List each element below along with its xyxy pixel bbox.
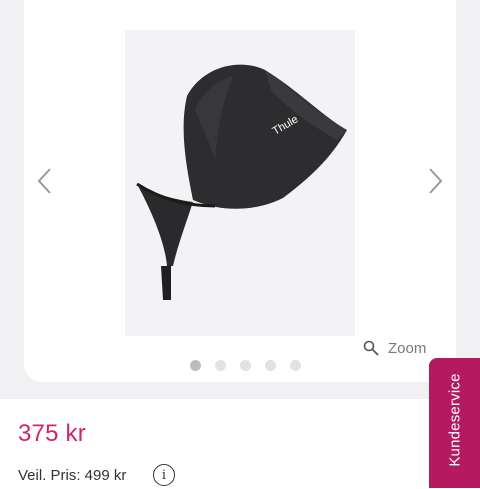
product-image[interactable]: Thule <box>125 30 355 336</box>
previous-image-button[interactable] <box>30 166 60 196</box>
next-image-button[interactable] <box>420 166 450 196</box>
gallery-dot[interactable] <box>290 360 301 371</box>
info-icon[interactable]: i <box>153 464 175 486</box>
zoom-label: Zoom <box>388 339 427 357</box>
chevron-right-icon <box>429 168 443 194</box>
customer-service-tab[interactable]: Kundeservice <box>429 358 480 488</box>
product-price: 375 kr <box>18 420 86 447</box>
chevron-left-icon <box>37 168 51 194</box>
recommended-price: Veil. Pris: 499 kr <box>18 467 127 484</box>
magnifier-icon <box>363 340 379 356</box>
gallery-dot[interactable] <box>265 360 276 371</box>
gallery-dot[interactable] <box>215 360 226 371</box>
gallery-dot[interactable] <box>190 360 201 371</box>
gallery-pagination <box>190 360 301 371</box>
gallery-dot[interactable] <box>240 360 251 371</box>
customer-service-label: Kundeservice <box>446 373 463 467</box>
zoom-button[interactable]: Zoom <box>363 337 426 359</box>
